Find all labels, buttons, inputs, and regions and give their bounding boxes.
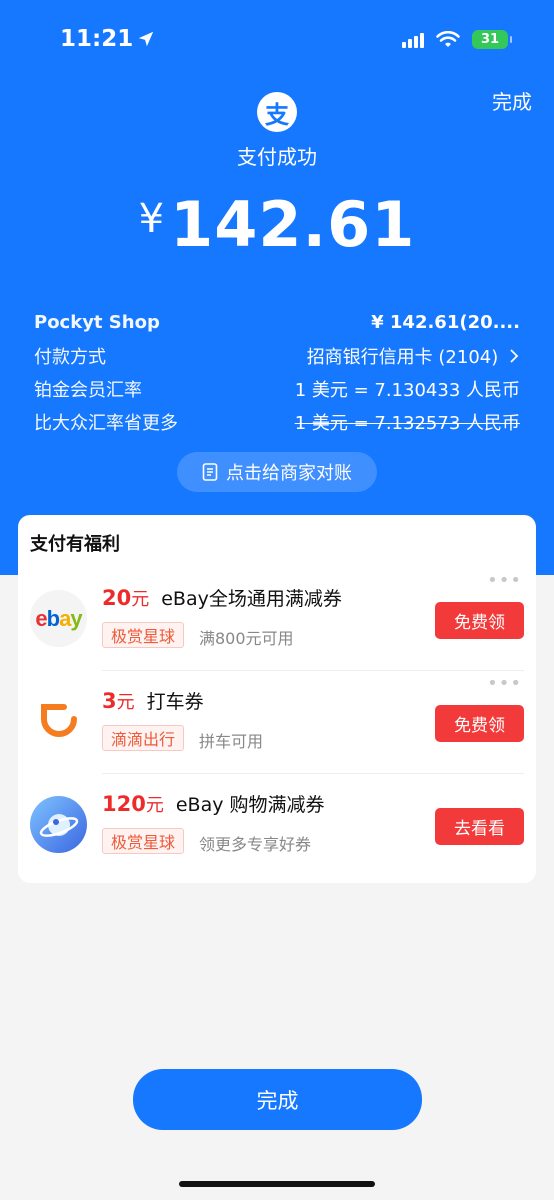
detail-row-payment-method[interactable]: 付款方式 招商银行信用卡 (2104) <box>34 339 520 372</box>
planet-logo-icon <box>30 796 87 853</box>
offer-item[interactable]: ••• 3元 打车券 滴滴出行 拼车可用 免费领 <box>18 673 536 775</box>
status-time: 11:21 <box>60 26 155 52</box>
chevron-right-icon <box>510 348 519 363</box>
home-indicator <box>179 1181 375 1187</box>
didi-logo-icon <box>30 693 87 750</box>
payment-amount: ¥142.61 <box>0 188 554 261</box>
offer-tag: 极赏星球 <box>102 622 185 648</box>
benefits-title: 支付有福利 <box>30 534 120 555</box>
alipay-logo-icon: 支 <box>257 92 297 132</box>
payment-status: 支付成功 <box>237 145 317 169</box>
detail-row-public-rate: 比大众汇率省更多 1 美元 = 7.132573 人民币 <box>34 405 520 438</box>
offer-note: 满800元可用 <box>199 629 294 648</box>
battery-icon: 31 <box>472 30 512 49</box>
ebay-logo-icon: ebay <box>30 590 87 647</box>
detail-label: 铂金会员汇率 <box>34 379 142 401</box>
offer-heading: 3元 打车券 <box>102 689 204 713</box>
location-arrow-icon <box>139 31 154 47</box>
reconcile-label: 点击给商家对账 <box>226 463 352 484</box>
reconcile-button[interactable]: 点击给商家对账 <box>177 452 377 492</box>
status-bar: 11:21 31 <box>0 0 554 84</box>
detail-row-member-rate: 铂金会员汇率 1 美元 = 7.130433 人民币 <box>34 372 520 405</box>
view-button[interactable]: 去看看 <box>435 808 524 845</box>
detail-label: 比大众汇率省更多 <box>34 412 178 434</box>
offer-tag: 极赏星球 <box>102 828 185 854</box>
done-top-button[interactable]: 完成 <box>492 86 532 115</box>
offer-item[interactable]: 120元 eBay 购物满减券 极赏星球 领更多专享好券 去看看 <box>18 776 536 878</box>
amount-value: 142.61 <box>170 188 416 261</box>
done-button[interactable]: 完成 <box>133 1069 422 1130</box>
offer-tag: 滴滴出行 <box>102 725 185 751</box>
divider <box>102 773 524 774</box>
detail-value: ¥ 142.61(20.... <box>371 312 520 333</box>
wifi-icon <box>436 30 460 47</box>
detail-row-merchant: Pockyt Shop ¥ 142.61(20.... <box>34 306 520 339</box>
detail-label: 付款方式 <box>34 346 106 368</box>
detail-value: 1 美元 = 7.132573 人民币 <box>294 412 520 434</box>
offer-item[interactable]: ••• ebay 20元 eBay全场通用满减券 极赏星球 满800元可用 免费领 <box>18 570 536 672</box>
offer-heading: 120元 eBay 购物满减券 <box>102 792 325 816</box>
currency-symbol: ¥ <box>138 196 165 242</box>
detail-value: 招商银行信用卡 (2104) <box>307 343 520 369</box>
document-icon <box>202 463 218 481</box>
claim-button[interactable]: 免费领 <box>435 602 524 639</box>
benefits-card: 支付有福利 ••• ebay 20元 eBay全场通用满减券 极赏星球 满800元… <box>18 515 536 883</box>
more-icon[interactable]: ••• <box>487 570 522 591</box>
cellular-signal-icon <box>402 32 424 48</box>
claim-button[interactable]: 免费领 <box>435 705 524 742</box>
more-icon[interactable]: ••• <box>487 673 522 694</box>
offer-heading: 20元 eBay全场通用满减券 <box>102 586 342 610</box>
divider <box>102 670 524 671</box>
offer-note: 领更多专享好券 <box>199 835 312 854</box>
payment-details: Pockyt Shop ¥ 142.61(20.... 付款方式 招商银行信用卡… <box>34 306 520 438</box>
detail-label: Pockyt Shop <box>34 312 160 333</box>
detail-value: 1 美元 = 7.130433 人民币 <box>294 379 520 401</box>
offer-note: 拼车可用 <box>199 732 264 751</box>
